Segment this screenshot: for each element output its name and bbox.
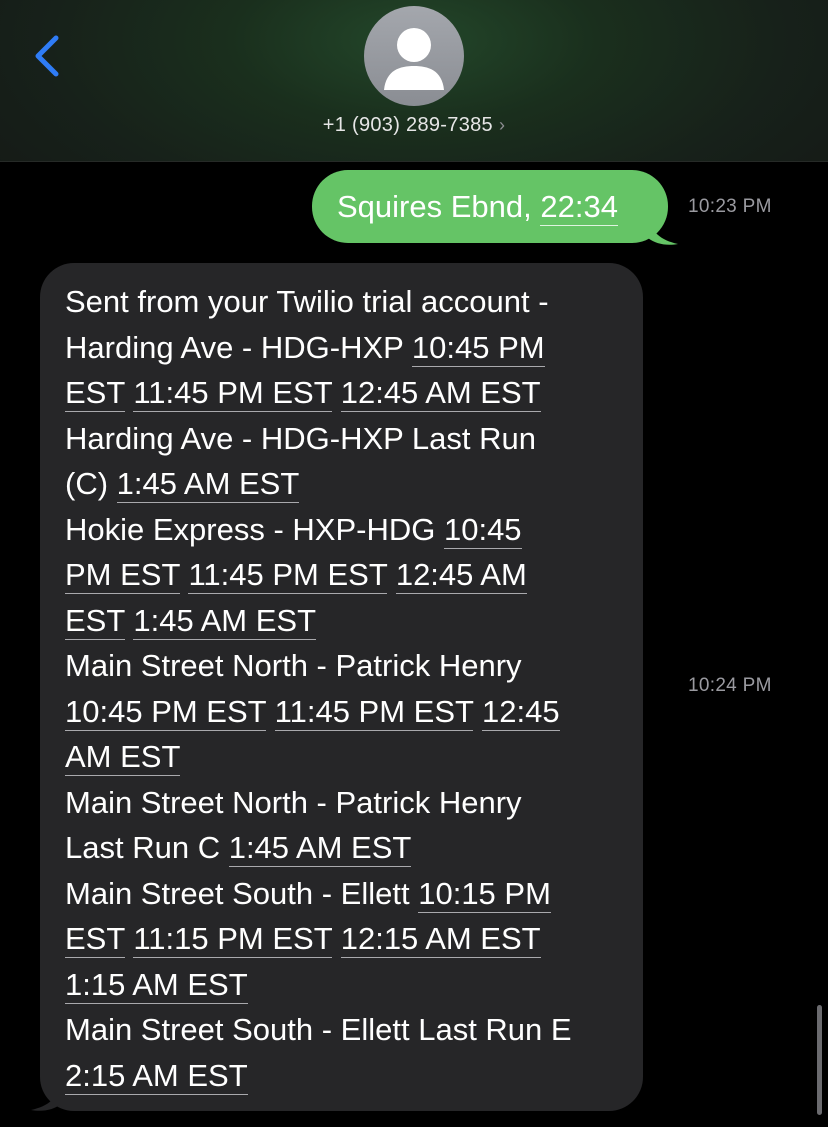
time-link[interactable]: EST (65, 375, 125, 412)
time-link[interactable]: PM EST (65, 557, 180, 594)
message-timestamp: 10:24 PM (688, 675, 772, 696)
message-line: EST 11:45 PM EST 12:45 AM EST (65, 370, 643, 416)
text-space (332, 921, 341, 956)
time-link[interactable]: 12:45 (482, 693, 560, 731)
contact-avatar[interactable] (364, 6, 464, 106)
message-line: 1:15 AM EST (65, 962, 643, 1008)
person-silhouette-icon (384, 28, 444, 90)
time-link[interactable]: 1:45 AM EST (228, 830, 412, 867)
message-text: Main Street South - Ellett Last Run E (65, 1012, 572, 1047)
time-link[interactable]: 12:45 AM EST (340, 375, 541, 412)
time-link[interactable]: 12:45 AM (395, 557, 527, 594)
contact-number: +1 (903) 289-7385 (322, 114, 493, 136)
time-link[interactable]: 10:45 (443, 511, 522, 549)
incoming-message-bubble[interactable]: Sent from your Twilio trial account - Ha… (40, 263, 643, 1111)
message-line: Last Run C 1:45 AM EST (65, 825, 643, 871)
time-link[interactable]: 2:15 AM EST (65, 1057, 248, 1095)
message-line: 2:15 AM EST (65, 1053, 643, 1099)
time-link[interactable]: AM EST (65, 739, 181, 776)
message-line: EST 1:45 AM EST (65, 598, 643, 644)
outgoing-message-bubble[interactable]: Squires Ebnd, 22:34 (312, 170, 668, 243)
contact-name-row[interactable]: +1 (903) 289-7385 › (0, 114, 828, 144)
text-space (332, 375, 341, 410)
time-link[interactable]: 1:45 AM EST (133, 602, 316, 640)
message-text: Last Run C (65, 830, 229, 865)
conversation-header: +1 (903) 289-7385 › (0, 0, 828, 162)
message-line: PM EST 11:45 PM EST 12:45 AM (65, 552, 643, 598)
message-text: Harding Ave - HDG-HXP Last Run (65, 420, 536, 456)
message-text: Squires Ebnd, (337, 189, 541, 224)
time-link[interactable]: 11:15 PM EST (133, 921, 333, 958)
chevron-left-icon (35, 35, 59, 77)
bubble-tail-incoming (31, 1084, 61, 1111)
message-text: Hokie Express - HXP-HDG (65, 511, 444, 547)
text-space (473, 694, 482, 729)
message-text: (C) (65, 466, 117, 501)
message-line: Harding Ave - HDG-HXP 10:45 PM (65, 325, 643, 371)
time-link[interactable]: 1:15 AM EST (65, 966, 248, 1004)
text-space (266, 694, 275, 729)
message-text: Main Street North - Patrick Henry (65, 784, 522, 820)
message-timestamp: 10:23 PM (688, 196, 772, 217)
time-link[interactable]: 12:15 AM EST (340, 921, 541, 958)
message-text: Main Street North - Patrick Henry (65, 648, 522, 683)
chevron-right-icon: › (498, 115, 506, 135)
scrollbar[interactable] (817, 1005, 822, 1115)
time-link[interactable]: EST (65, 602, 125, 640)
message-line: 10:45 PM EST 11:45 PM EST 12:45 (65, 689, 643, 735)
back-button[interactable] (26, 28, 70, 84)
time-link[interactable]: 11:45 PM EST (133, 375, 333, 412)
message-text: Sent from your Twilio trial account - (65, 284, 549, 319)
message-text: Harding Ave - HDG-HXP (65, 329, 412, 365)
time-link[interactable]: 10:15 PM (418, 875, 551, 913)
time-link[interactable]: 10:45 PM EST (65, 693, 267, 731)
message-line: Harding Ave - HDG-HXP Last Run (65, 416, 643, 462)
message-line: Sent from your Twilio trial account - (65, 279, 643, 325)
message-text: Main Street South - Ellett (65, 875, 419, 911)
message-line: Main Street North - Patrick Henry (65, 780, 643, 826)
text-space (387, 557, 396, 592)
message-line: Main Street North - Patrick Henry (65, 643, 643, 689)
time-link[interactable]: 11:45 PM EST (274, 693, 474, 731)
time-link[interactable]: EST (65, 921, 125, 958)
message-line: (C) 1:45 AM EST (65, 461, 643, 507)
message-line: AM EST (65, 734, 643, 780)
message-line: Main Street South - Ellett 10:15 PM (65, 871, 643, 917)
message-line: Hokie Express - HXP-HDG 10:45 (65, 507, 643, 553)
message-line: Main Street South - Ellett Last Run E (65, 1007, 643, 1053)
bubble-tail-outgoing (648, 218, 678, 245)
time-link[interactable]: 11:45 PM EST (188, 557, 388, 594)
time-link[interactable]: 22:34 (540, 189, 618, 226)
message-line: EST 11:15 PM EST 12:15 AM EST (65, 916, 643, 962)
time-link[interactable]: 10:45 PM (411, 329, 545, 367)
time-link[interactable]: 1:45 AM EST (116, 466, 300, 503)
